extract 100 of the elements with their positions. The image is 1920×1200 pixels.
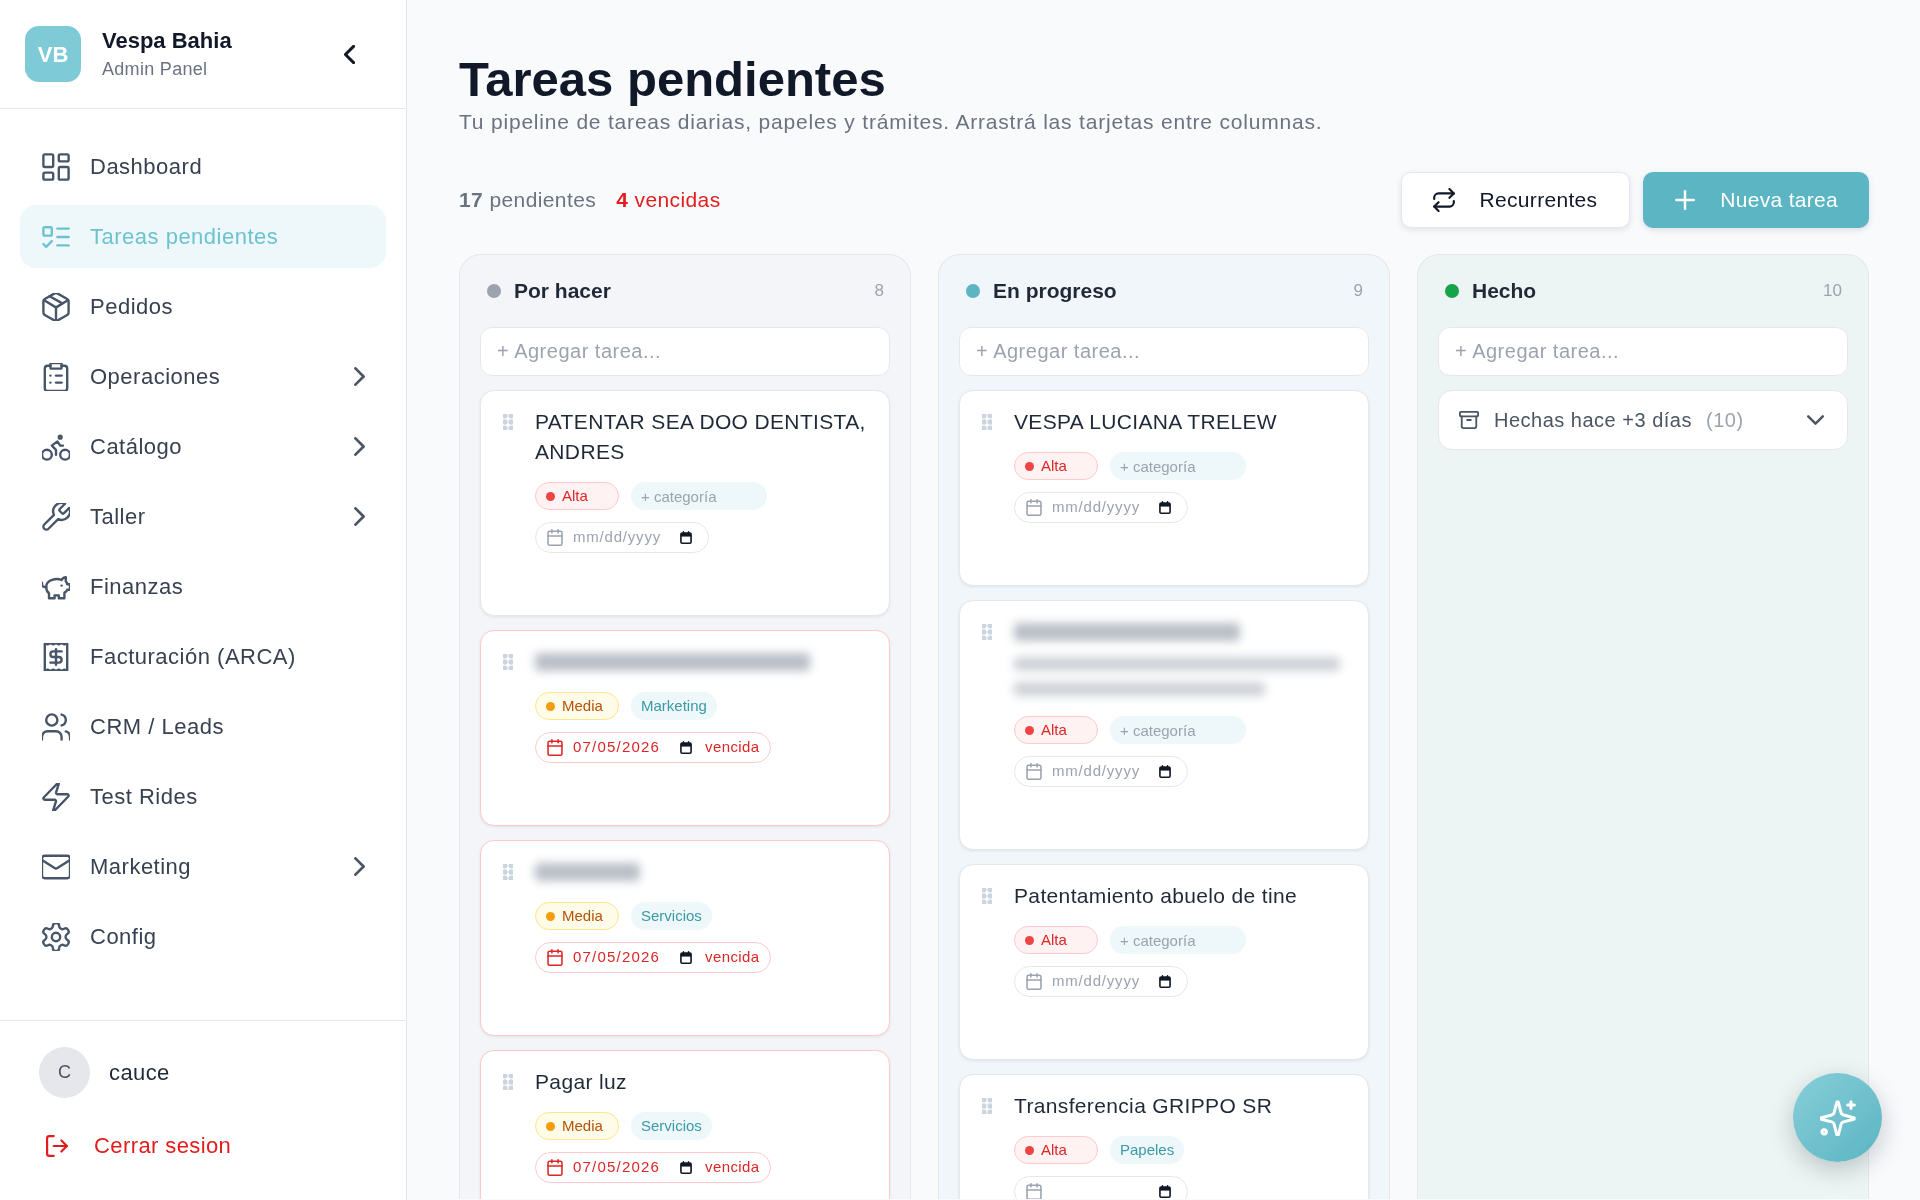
priority-tag[interactable]: Alta [1014, 716, 1098, 744]
calendar-icon [680, 741, 692, 754]
calendar-icon [1026, 1183, 1042, 1199]
date-field[interactable]: mm/dd/yyyy [1014, 756, 1188, 787]
task-card[interactable]: Transferencia GRIPPO SR Alta Papeles [959, 1074, 1369, 1199]
box-icon [42, 292, 70, 321]
nav-item[interactable]: Taller [20, 485, 386, 548]
recurring-button[interactable]: Recurrentes [1400, 172, 1631, 228]
clipboard-icon [42, 362, 70, 391]
date-field[interactable]: mm/dd/yyyy [535, 522, 709, 553]
nav-item[interactable]: Marketing [20, 835, 386, 898]
calendar-icon [680, 531, 692, 544]
drag-handle-icon[interactable] [982, 624, 992, 640]
task-card[interactable]: VESPA LUCIANA TRELEW Alta + categoría mm/dd/yyyy [959, 390, 1369, 586]
task-card[interactable]: PATENTAR SEA DOO DENTISTA, ANDRES Alta + categoría mm/dd/yyyy [480, 390, 890, 616]
calendar-icon [680, 951, 692, 964]
logout-icon [46, 1134, 68, 1157]
nav-item[interactable]: Test Rides [20, 765, 386, 828]
plus-icon [1675, 190, 1696, 210]
brand-name: Vespa Bahia [102, 27, 233, 55]
bicycle-icon [42, 432, 70, 461]
drag-handle-icon[interactable] [982, 1098, 992, 1114]
category-tag[interactable]: Papeles [1110, 1136, 1185, 1164]
nav-item[interactable]: Catálogo [20, 415, 386, 478]
task-card[interactable]: Media Servicios 07/05/2026 vencida [480, 840, 890, 1036]
date-field[interactable]: 07/05/2026 vencida [535, 1152, 771, 1183]
overdue-label: vencida [705, 737, 760, 758]
task-card[interactable]: Pagar luz Media Servicios 07/05/2026 vencida [480, 1050, 890, 1199]
repeat-icon [1432, 188, 1455, 212]
drag-handle-icon[interactable] [503, 864, 513, 880]
task-title: Patentamiento abuelo de tine [1014, 883, 1297, 909]
priority-tag[interactable]: Alta [1014, 452, 1098, 480]
calendar-icon [547, 1159, 563, 1176]
chevron-left-icon [343, 44, 355, 64]
category-field[interactable]: + categoría [1110, 716, 1246, 744]
task-card[interactable]: Patentamiento abuelo de tine Alta + categoría mm/dd/yyyy [959, 864, 1369, 1060]
category-tag[interactable]: Servicios [631, 902, 712, 930]
priority-tag[interactable]: Media [535, 902, 619, 930]
column-title: Hecho [1472, 278, 1537, 305]
task-title: Pagar luz [535, 1069, 627, 1095]
column-count: 9 [1353, 280, 1363, 303]
add-task-field[interactable]: + Agregar tarea... [480, 327, 890, 376]
page-title: Tareas pendientes [459, 51, 887, 108]
priority-tag[interactable]: Alta [1014, 1136, 1098, 1164]
column-title: Por hacer [514, 278, 611, 305]
drag-handle-icon[interactable] [982, 888, 992, 904]
task-card[interactable]: Media Marketing 07/05/2026 vencida [480, 630, 890, 826]
lightning-icon [42, 782, 70, 811]
nav-item[interactable]: Config [20, 905, 386, 968]
overdue-label: vencida [705, 947, 760, 968]
mail-icon [42, 852, 70, 881]
logout-button[interactable]: Cerrar sesion [46, 1129, 232, 1162]
nav-item[interactable]: CRM / Leads [20, 695, 386, 758]
nav-item[interactable]: Facturación (ARCA) [20, 625, 386, 688]
date-field[interactable]: mm/dd/yyyy [1014, 492, 1188, 523]
drag-handle-icon[interactable] [982, 414, 992, 430]
calendar-icon [1159, 1185, 1171, 1198]
user-name: cauce [109, 1059, 170, 1087]
calendar-icon [1159, 501, 1171, 514]
date-field[interactable]: mm/dd/yyyy [1014, 966, 1188, 997]
drag-handle-icon[interactable] [503, 654, 513, 670]
nav-item[interactable]: Dashboard [20, 135, 386, 198]
priority-tag[interactable]: Media [535, 692, 619, 720]
column-count: 10 [1823, 280, 1842, 303]
task-title: VESPA LUCIANA TRELEW [1014, 409, 1277, 435]
calendar-icon [547, 529, 563, 546]
wrench-icon [42, 502, 70, 531]
category-field[interactable]: + categoría [631, 482, 767, 510]
nav-item[interactable]: Pedidos [20, 275, 386, 338]
receipt-icon [42, 642, 70, 671]
priority-tag[interactable]: Alta [1014, 926, 1098, 954]
archive-toggle[interactable]: Hechas hace +3 días (10) [1438, 390, 1848, 450]
category-tag[interactable]: Marketing [631, 692, 717, 720]
calendar-icon [1026, 973, 1042, 990]
priority-tag[interactable]: Media [535, 1112, 619, 1140]
user-avatar: C [39, 1047, 90, 1098]
add-task-field[interactable]: + Agregar tarea... [1438, 327, 1848, 376]
column-title: En progreso [993, 278, 1117, 305]
nav-item[interactable]: Operaciones [20, 345, 386, 408]
chevron-down-icon [1807, 415, 1824, 425]
date-field[interactable]: 07/05/2026 vencida [535, 732, 771, 763]
nav-item[interactable]: Finanzas [20, 555, 386, 618]
calendar-icon [547, 949, 563, 966]
settings-icon [42, 922, 70, 951]
category-field[interactable]: + categoría [1110, 926, 1246, 954]
page-subtitle: Tu pipeline de tareas diarias, papeles y trámites. Arrastrá las tarjetas entre columnas. [459, 109, 1324, 135]
date-field[interactable] [1014, 1176, 1188, 1199]
calendar-icon [1026, 499, 1042, 516]
brand-logo: VB [25, 26, 81, 82]
calendar-icon [1026, 763, 1042, 780]
date-field[interactable]: 07/05/2026 vencida [535, 942, 771, 973]
priority-tag[interactable]: Alta [535, 482, 619, 510]
pending-count: 17 pendientes [459, 187, 597, 214]
drag-handle-icon[interactable] [503, 414, 513, 430]
category-field[interactable]: + categoría [1110, 452, 1246, 480]
task-card[interactable]: Alta + categoría mm/dd/yyyy [959, 600, 1369, 850]
add-task-field[interactable]: + Agregar tarea... [959, 327, 1369, 376]
category-tag[interactable]: Servicios [631, 1112, 712, 1140]
drag-handle-icon[interactable] [503, 1074, 513, 1090]
overdue-count: 4 vencidas [616, 187, 721, 214]
